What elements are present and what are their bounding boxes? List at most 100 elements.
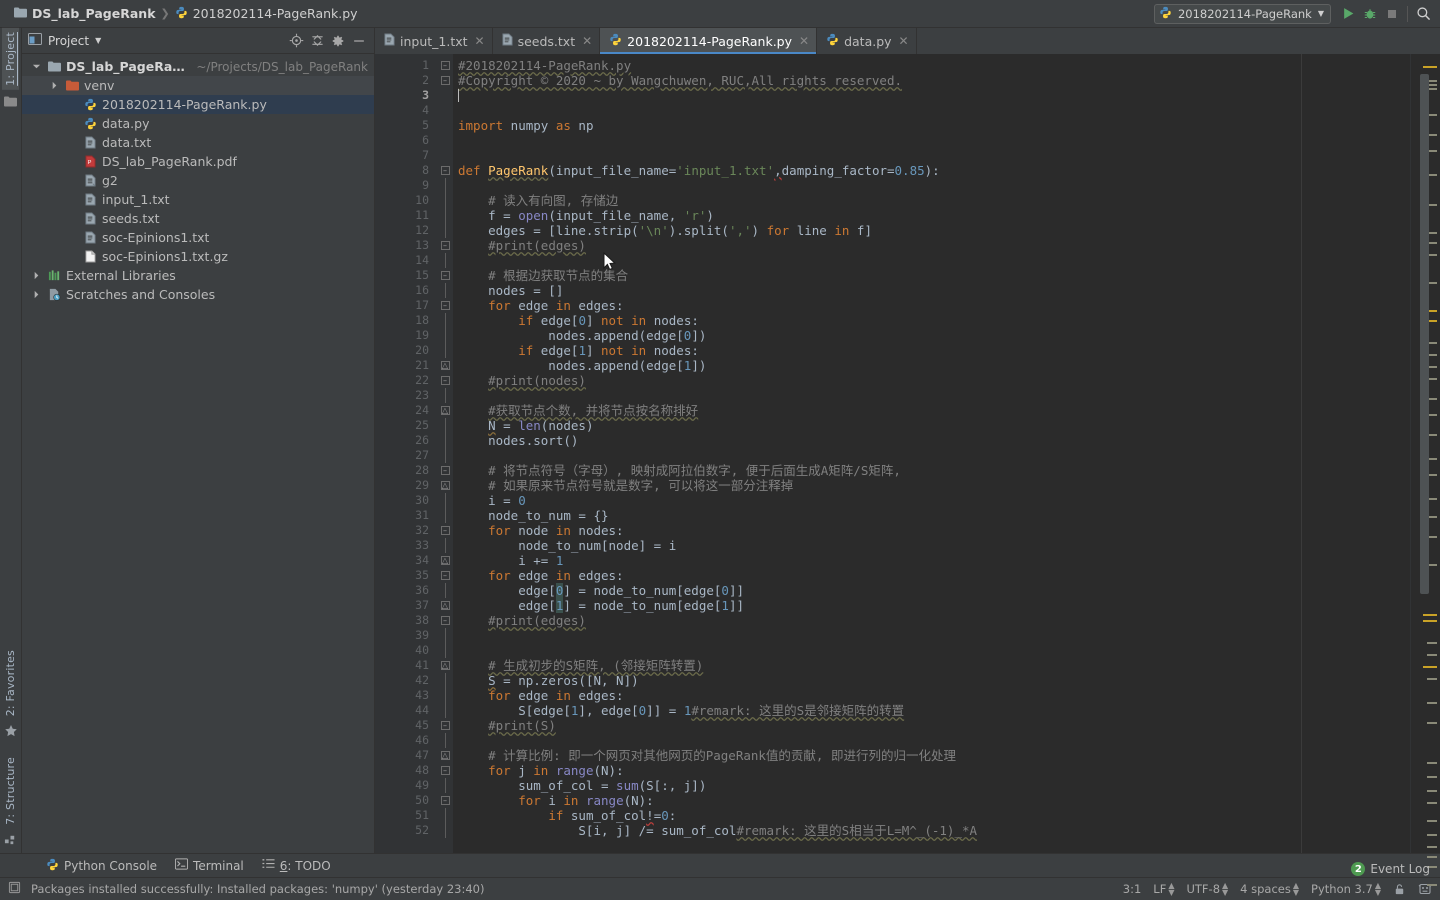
- code-line[interactable]: node_to_num[node] = i: [453, 538, 1410, 553]
- error-stripe-mark[interactable]: [1427, 776, 1437, 778]
- indent-selector[interactable]: 4 spaces ▲ ▼: [1240, 882, 1299, 897]
- fold-collapse-icon[interactable]: –: [437, 163, 453, 178]
- project-tree-item[interactable]: input_1.txt: [22, 190, 374, 209]
- project-tree-item[interactable]: Scratches and Consoles: [22, 285, 374, 304]
- code-line[interactable]: [453, 448, 1410, 463]
- code-line[interactable]: nodes = []: [453, 283, 1410, 298]
- editor-tab[interactable]: data.py ✕: [817, 28, 917, 54]
- fold-collapse-icon[interactable]: –: [437, 718, 453, 733]
- error-stripe-mark[interactable]: [1427, 802, 1437, 804]
- code-line[interactable]: [453, 643, 1410, 658]
- breadcrumb-project[interactable]: DS_lab_PageRank: [14, 6, 156, 21]
- project-tree-item[interactable]: data.py: [22, 114, 374, 133]
- fold-collapse-icon[interactable]: –: [437, 373, 453, 388]
- close-icon[interactable]: ✕: [475, 34, 485, 48]
- code-line[interactable]: #print(edges): [453, 613, 1410, 628]
- chevron-right-icon[interactable]: [30, 290, 43, 299]
- editor-tab[interactable]: 2018202114-PageRank.py ✕: [600, 28, 818, 54]
- code-line[interactable]: S = np.zeros([N, N]): [453, 673, 1410, 688]
- code-line[interactable]: edge[1] = node_to_num[edge[1]]: [453, 598, 1410, 613]
- code-line[interactable]: N = len(nodes): [453, 418, 1410, 433]
- project-tree-item[interactable]: 2018202114-PageRank.py: [22, 95, 374, 114]
- code-line[interactable]: edges = [line.strip('\n').split(',') for…: [453, 223, 1410, 238]
- fold-collapse-icon[interactable]: –: [437, 613, 453, 628]
- fold-collapse-icon[interactable]: –: [437, 268, 453, 283]
- code-line[interactable]: node_to_num = {}: [453, 508, 1410, 523]
- caret-position[interactable]: 3:1: [1123, 882, 1142, 896]
- project-tree-item[interactable]: soc-Epinions1.txt: [22, 228, 374, 247]
- event-log-button[interactable]: 2 Event Log: [1351, 862, 1430, 876]
- error-stripe-mark[interactable]: [1427, 846, 1437, 848]
- editor-tab[interactable]: seeds.txt ✕: [493, 28, 601, 54]
- code-line[interactable]: [453, 628, 1410, 643]
- bottom-button-terminal[interactable]: Terminal: [175, 858, 244, 873]
- code-line[interactable]: #2018202114-PageRank.py: [453, 58, 1410, 73]
- code-line[interactable]: #print(edges): [453, 238, 1410, 253]
- code-line[interactable]: sum_of_col = sum(S[:, j]): [453, 778, 1410, 793]
- hide-icon[interactable]: [350, 32, 368, 50]
- project-tree-item[interactable]: P DS_lab_PageRank.pdf: [22, 152, 374, 171]
- fold-collapse-icon[interactable]: –: [437, 58, 453, 73]
- project-tree-item[interactable]: data.txt: [22, 133, 374, 152]
- error-stripe-mark[interactable]: [1427, 834, 1437, 836]
- project-tree-item[interactable]: soc-Epinions1.txt.gz: [22, 247, 374, 266]
- code-line[interactable]: import numpy as np: [453, 118, 1410, 133]
- code-line[interactable]: #获取节点个数, 并将节点按名称排好: [453, 403, 1410, 418]
- error-stripe-mark[interactable]: [1423, 620, 1437, 622]
- code-line[interactable]: if sum_of_col!=0:: [453, 808, 1410, 823]
- line-separator-selector[interactable]: LF ▲ ▼: [1153, 882, 1174, 897]
- error-stripe-mark[interactable]: [1427, 722, 1437, 724]
- fold-collapse-icon[interactable]: –: [437, 568, 453, 583]
- error-stripe-and-scrollbar[interactable]: [1410, 54, 1440, 886]
- code-line[interactable]: for edge in edges:: [453, 688, 1410, 703]
- settings-gear-icon[interactable]: [329, 32, 347, 50]
- bottom-button-todo[interactable]: 6: TODO: [262, 858, 331, 873]
- code-line[interactable]: if edge[1] not in nodes:: [453, 343, 1410, 358]
- code-line[interactable]: [453, 88, 1410, 103]
- fold-expand-icon[interactable]: △: [437, 553, 453, 568]
- code-line[interactable]: S[i, j] /= sum_of_col#remark: 这里的S相当于L=M…: [453, 823, 1410, 838]
- code-line[interactable]: [453, 103, 1410, 118]
- project-tree-item[interactable]: DS_lab_PageRank ~/Projects/DS_lab_PageRan…: [22, 57, 374, 76]
- fold-collapse-icon[interactable]: –: [437, 298, 453, 313]
- debug-button[interactable]: [1359, 3, 1381, 25]
- code-line[interactable]: [453, 148, 1410, 163]
- collapse-all-icon[interactable]: [308, 32, 326, 50]
- project-tree-item[interactable]: External Libraries: [22, 266, 374, 285]
- editor-tab[interactable]: input_1.txt ✕: [375, 28, 493, 54]
- code-line[interactable]: # 根据边获取节点的集合: [453, 268, 1410, 283]
- locate-icon[interactable]: [287, 32, 305, 50]
- code-line[interactable]: for j in range(N):: [453, 763, 1410, 778]
- breadcrumb-file[interactable]: 2018202114-PageRank.py: [175, 6, 358, 22]
- fold-expand-icon[interactable]: △: [437, 478, 453, 493]
- code-folding-gutter[interactable]: – – – – – – △ – △ – △ – △ – △ – △ – △ – –: [437, 54, 453, 853]
- error-stripe-mark[interactable]: [1427, 790, 1437, 792]
- search-everywhere-icon[interactable]: [1412, 3, 1434, 25]
- interpreter-selector[interactable]: Python 3.7 ▲ ▼: [1311, 882, 1381, 897]
- fold-expand-icon[interactable]: △: [437, 598, 453, 613]
- error-stripe-mark[interactable]: [1427, 654, 1437, 656]
- code-line[interactable]: #Copyright © 2020 ~ by Wangchuwen, RUC,A…: [453, 73, 1410, 88]
- code-line[interactable]: for node in nodes:: [453, 523, 1410, 538]
- chevron-down-icon[interactable]: ▼: [95, 36, 101, 45]
- run-button[interactable]: [1337, 3, 1359, 25]
- chevron-right-icon[interactable]: [30, 271, 43, 280]
- stop-button[interactable]: [1381, 3, 1403, 25]
- code-line[interactable]: def PageRank(input_file_name='input_1.tx…: [453, 163, 1410, 178]
- code-line[interactable]: f = open(input_file_name, 'r'): [453, 208, 1410, 223]
- project-tree-item[interactable]: venv: [22, 76, 374, 95]
- fold-expand-icon[interactable]: △: [437, 358, 453, 373]
- code-line[interactable]: # 计算比例: 即一个网页对其他网页的PageRank值的贡献, 即进行列的归一…: [453, 748, 1410, 763]
- fold-collapse-icon[interactable]: –: [437, 523, 453, 538]
- error-stripe-mark[interactable]: [1427, 702, 1437, 704]
- editor-vertical-scrollbar-thumb[interactable]: [1420, 74, 1429, 594]
- lock-icon[interactable]: [1393, 883, 1406, 896]
- code-line[interactable]: [453, 388, 1410, 403]
- project-tree-item[interactable]: seeds.txt: [22, 209, 374, 228]
- bottom-button-python-console[interactable]: Python Console: [46, 858, 157, 874]
- stripe-button-structure[interactable]: 7: Structure: [2, 753, 19, 829]
- chevron-right-icon[interactable]: [48, 81, 61, 90]
- fold-collapse-icon[interactable]: –: [437, 763, 453, 778]
- code-line[interactable]: [453, 178, 1410, 193]
- error-stripe-mark[interactable]: [1427, 642, 1437, 644]
